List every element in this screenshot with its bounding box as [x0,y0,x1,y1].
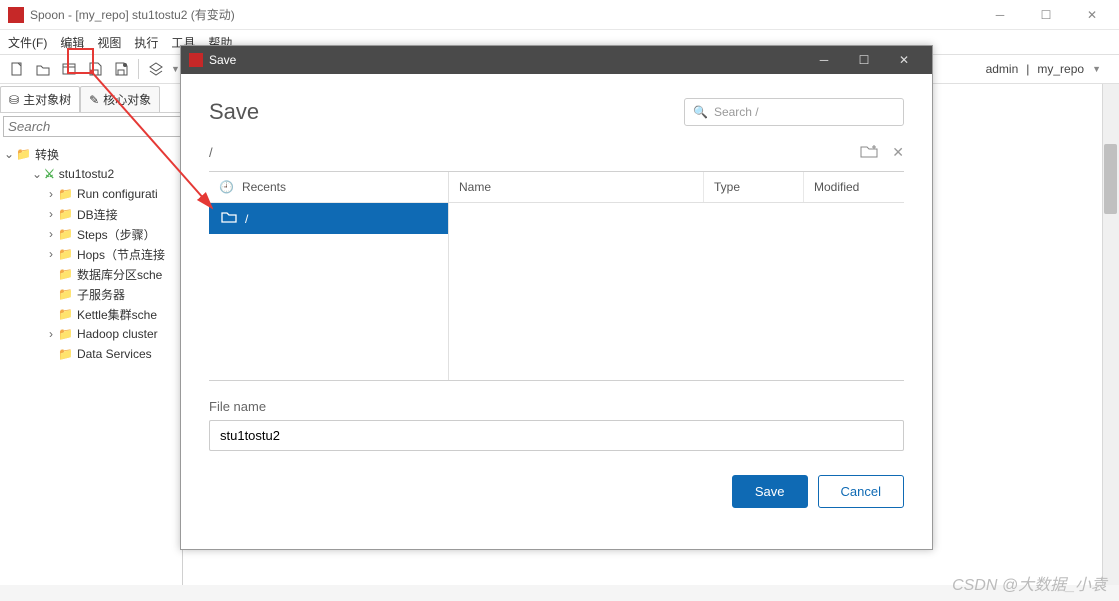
dialog-logo [189,53,203,67]
column-name[interactable]: Name [449,172,704,202]
delete-icon[interactable]: ✕ [892,144,904,161]
tree-icon: ⛁ [9,93,19,107]
connect-repo[interactable]: my_repo [1037,62,1084,76]
window-title: Spoon - [my_repo] stu1tostu2 (有变动) [30,6,977,23]
tree-item-run-config[interactable]: ›📁Run configurati [2,184,180,204]
dialog-maximize-button[interactable]: ☐ [844,53,884,67]
new-file-icon[interactable] [6,58,28,80]
close-button[interactable]: ✕ [1069,0,1115,30]
dialog-search-box[interactable]: 🔍 Search / [684,98,904,126]
tree-item-hops[interactable]: ›📁Hops（节点连接 [2,244,180,264]
dialog-titlebar[interactable]: Save ─ ☐ ✕ [181,46,932,74]
menu-edit[interactable]: 编辑 [60,34,84,51]
dialog-search-placeholder: Search / [714,105,759,119]
statusbar [0,585,1119,601]
save-dialog: Save ─ ☐ ✕ Save 🔍 Search / / ✕ 🕘 [180,45,933,550]
recents-panel: 🕘 Recents / [209,172,449,380]
new-folder-icon[interactable] [860,144,878,161]
sidebar: ⛁主对象树 ✎核心对象 ✕ ᴬᴢ ⛉ ⌄📁转换 ⌄⚔stu1tostu2 ›📁R… [0,84,183,585]
perspective-icon[interactable] [145,58,167,80]
filename-input[interactable] [209,420,904,451]
folder-icon [221,211,237,226]
dropdown-arrow-icon[interactable]: ▼ [171,64,180,74]
recent-item-root[interactable]: / [209,203,448,234]
tree-item-hadoop[interactable]: ›📁Hadoop cluster [2,324,180,344]
tree-item-steps[interactable]: ›📁Steps（步骤） [2,224,180,244]
object-tree: ⌄📁转换 ⌄⚔stu1tostu2 ›📁Run configurati ›📁DB… [0,140,182,368]
column-modified[interactable]: Modified [804,172,904,202]
dialog-close-button[interactable]: ✕ [884,53,924,67]
maximize-button[interactable]: ☐ [1023,0,1069,30]
breadcrumb[interactable]: / [209,145,850,160]
tab-core-objects[interactable]: ✎核心对象 [80,86,160,112]
tree-transformation[interactable]: ⌄⚔stu1tostu2 [2,164,180,184]
tree-item-partition[interactable]: 📁数据库分区sche [2,264,180,284]
open-folder-icon[interactable] [32,58,54,80]
minimize-button[interactable]: ─ [977,0,1023,30]
vertical-scrollbar[interactable] [1102,84,1119,585]
menu-view[interactable]: 视图 [97,34,121,51]
explore-icon[interactable] [58,58,80,80]
clock-icon: 🕘 [219,180,234,194]
dialog-title-text: Save [209,53,236,67]
main-titlebar: Spoon - [my_repo] stu1tostu2 (有变动) ─ ☐ ✕ [0,0,1119,30]
menu-run[interactable]: 执行 [134,34,158,51]
tab-main-tree[interactable]: ⛁主对象树 [0,86,80,112]
connect-user[interactable]: admin [986,62,1019,76]
column-type[interactable]: Type [704,172,804,202]
app-logo [8,7,24,23]
dialog-minimize-button[interactable]: ─ [804,53,844,67]
search-icon: 🔍 [693,105,708,119]
filename-label: File name [209,399,266,414]
tree-item-data-services[interactable]: 📁Data Services [2,344,180,364]
tree-item-cluster[interactable]: 📁Kettle集群sche [2,304,180,324]
tree-item-slave[interactable]: 📁子服务器 [2,284,180,304]
connect-dropdown-icon[interactable]: ▼ [1092,64,1101,74]
save-as-icon[interactable] [110,58,132,80]
tree-item-db[interactable]: ›📁DB连接 [2,204,180,224]
recents-header: 🕘 Recents [209,172,448,203]
pencil-icon: ✎ [89,93,99,107]
file-list: Name Type Modified [449,172,904,380]
dialog-heading: Save [209,99,684,125]
tree-root[interactable]: ⌄📁转换 [2,144,180,164]
cancel-button[interactable]: Cancel [818,475,904,508]
save-button[interactable]: Save [732,475,808,508]
save-icon[interactable] [84,58,106,80]
menu-file[interactable]: 文件(F) [8,34,47,51]
sidebar-search-input[interactable] [3,116,192,137]
